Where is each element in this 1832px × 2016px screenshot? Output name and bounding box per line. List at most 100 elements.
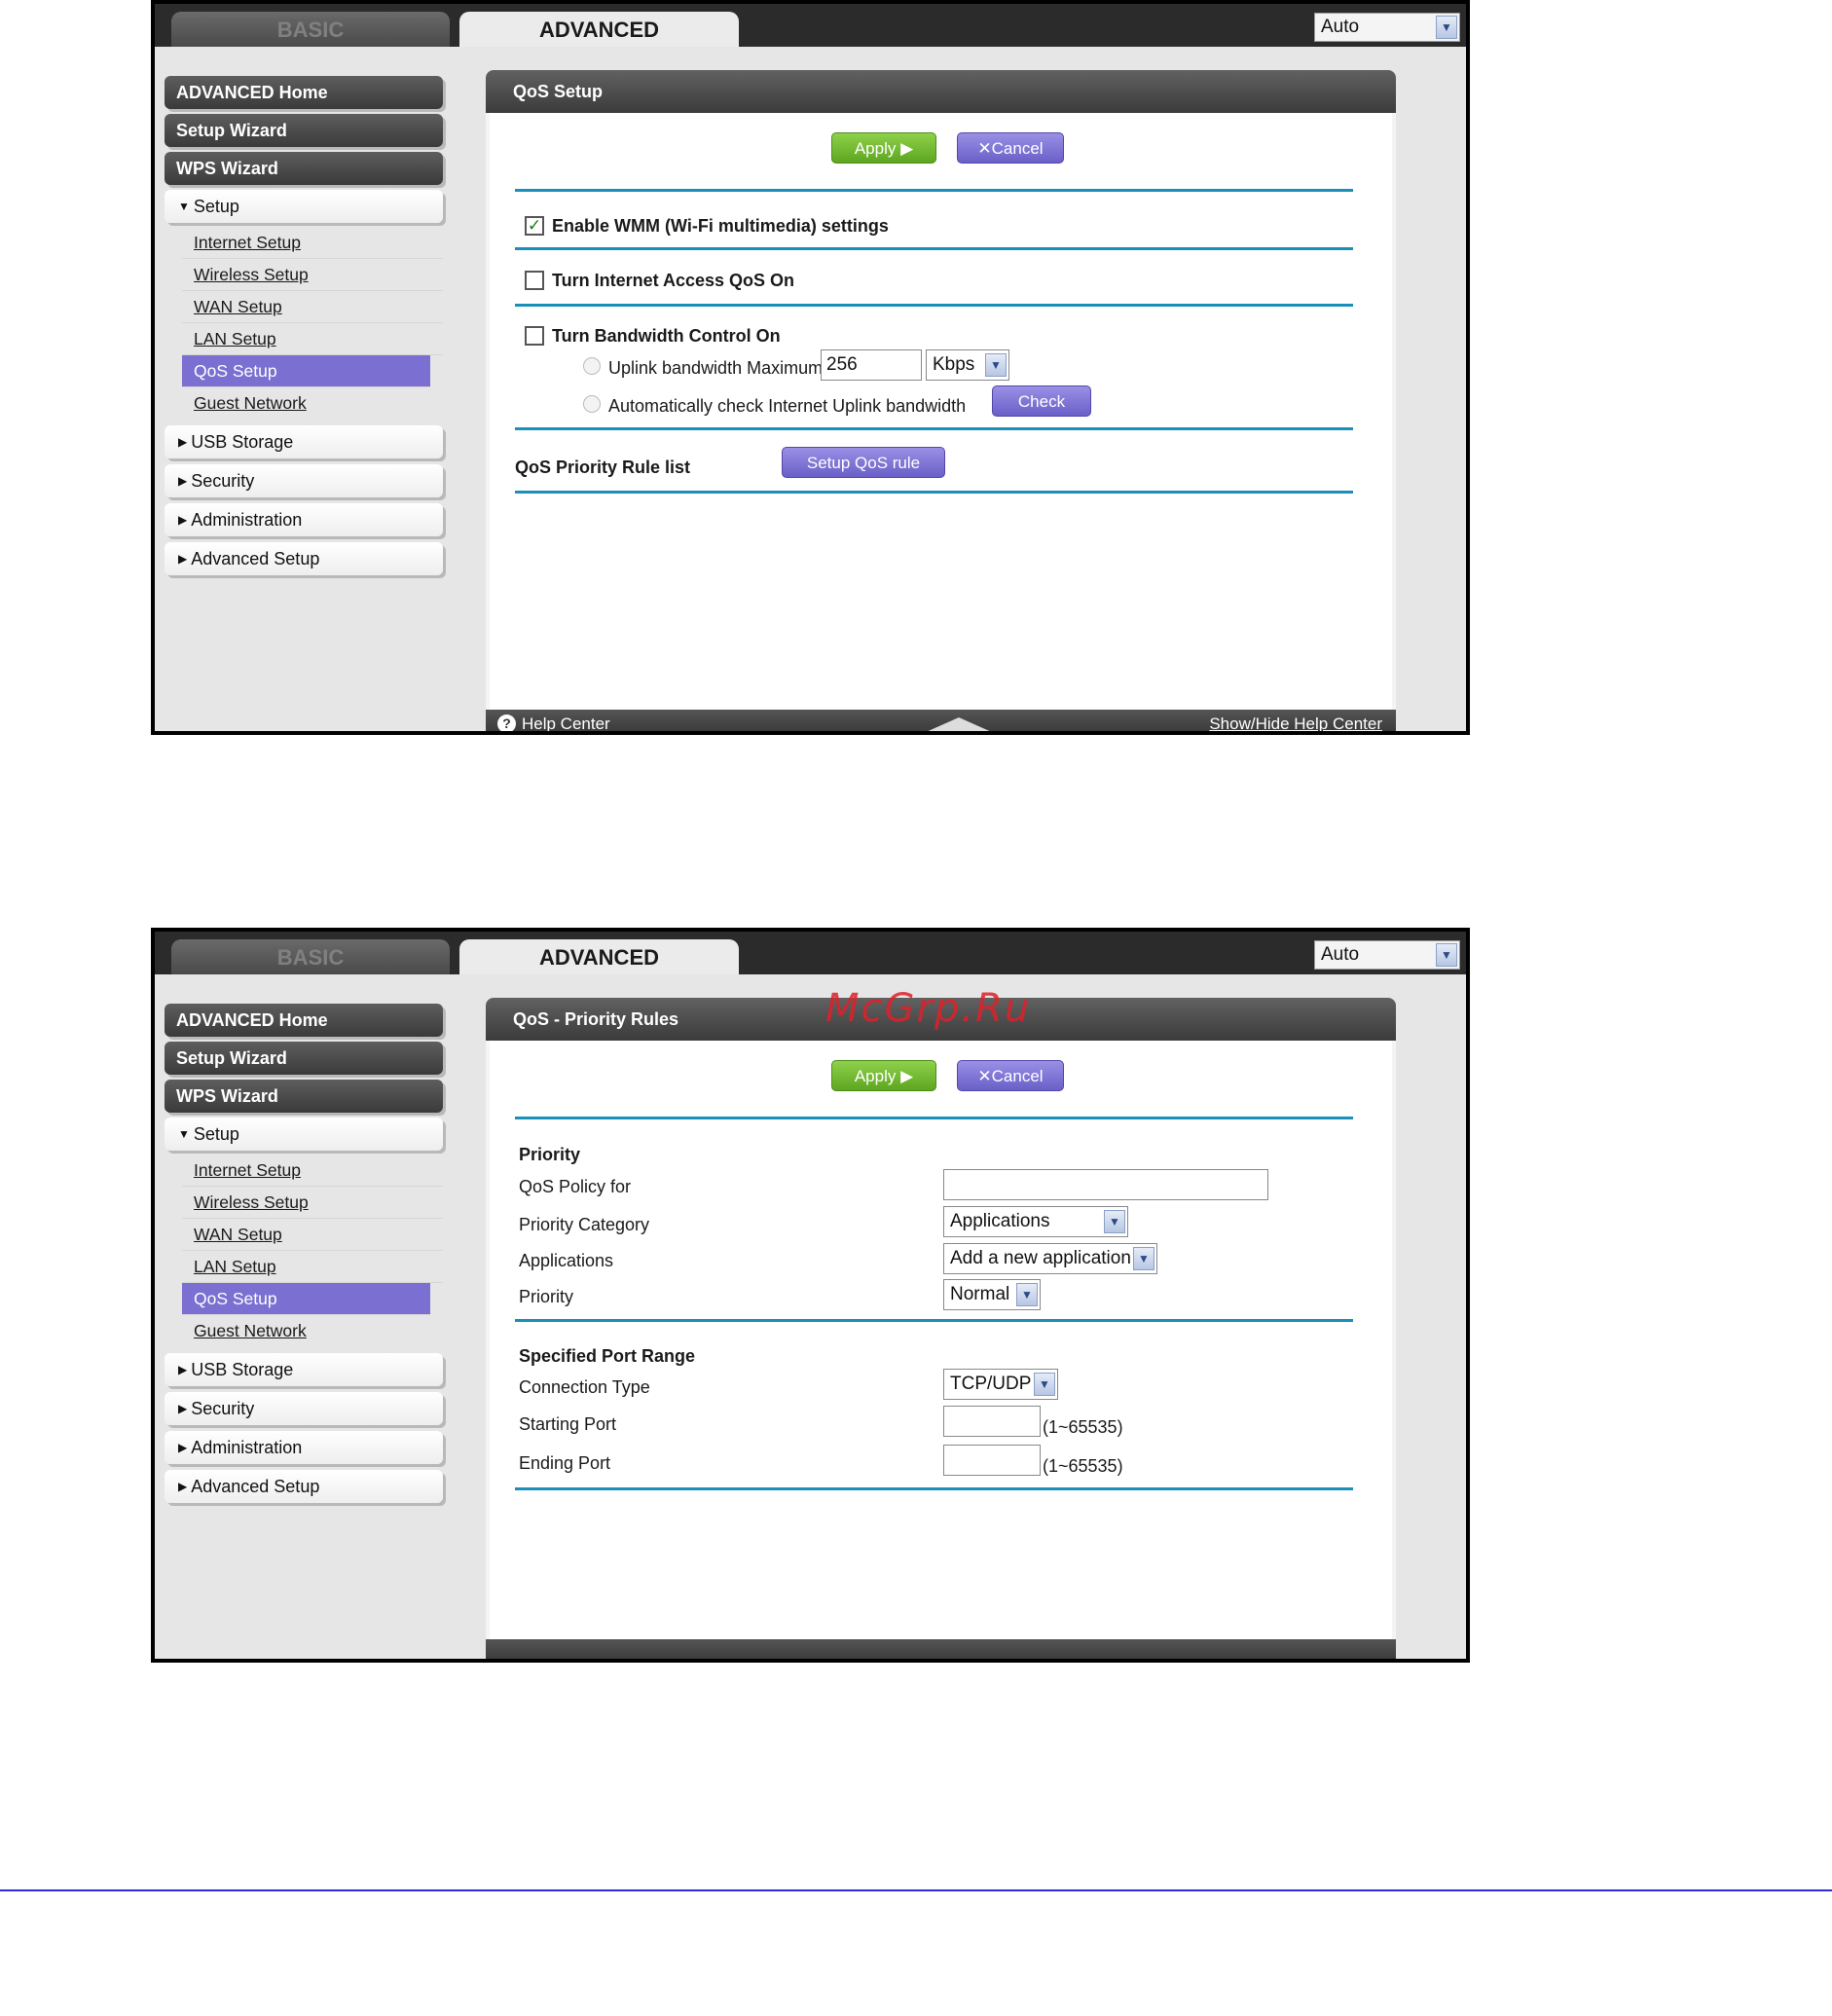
- help-center-bar: ? Help Center Show/Hide Help Center: [486, 710, 1396, 731]
- sidebar-item-internet-setup[interactable]: Internet Setup: [182, 227, 443, 259]
- sidebar-item-internet-setup[interactable]: Internet Setup: [182, 1155, 443, 1187]
- applications-label: Applications: [519, 1251, 614, 1270]
- sidebar-item-advanced-home[interactable]: ADVANCED Home: [165, 1004, 443, 1037]
- cancel-button[interactable]: ✕Cancel: [957, 1060, 1064, 1091]
- language-select-value: Auto: [1321, 17, 1360, 37]
- qos-setup-screenshot: BASIC ADVANCED Auto ▼ ADVANCED Home Setu…: [151, 0, 1470, 735]
- cancel-button[interactable]: ✕Cancel: [957, 132, 1064, 164]
- show-hide-help-link[interactable]: Show/Hide Help Center: [1209, 710, 1382, 731]
- ending-port-input[interactable]: [943, 1445, 1041, 1476]
- chevron-down-icon: ▼: [1104, 1210, 1125, 1233]
- sidebar-item-wps-wizard[interactable]: WPS Wizard: [165, 1080, 443, 1113]
- tab-advanced[interactable]: ADVANCED: [459, 939, 739, 974]
- connection-type-select[interactable]: TCP/UDP ▼: [943, 1369, 1058, 1400]
- triangle-right-icon: ▶: [178, 1441, 188, 1454]
- sidebar-folder-advanced-setup[interactable]: ▶ Advanced Setup: [165, 542, 443, 575]
- divider: [515, 1319, 1353, 1322]
- sidebar-item-setup-wizard[interactable]: Setup Wizard: [165, 114, 443, 147]
- tab-advanced[interactable]: ADVANCED: [459, 12, 739, 47]
- sidebar-folder-label: Administration: [191, 510, 303, 530]
- language-select-value: Auto: [1321, 944, 1360, 965]
- uplink-max-radio[interactable]: [583, 357, 601, 375]
- internet-qos-checkbox[interactable]: [525, 271, 544, 290]
- triangle-right-icon: ▶: [178, 435, 188, 449]
- sidebar-item-advanced-home[interactable]: ADVANCED Home: [165, 76, 443, 109]
- sidebar-item-guest-network[interactable]: Guest Network: [182, 387, 443, 420]
- sidebar-item-wireless-setup[interactable]: Wireless Setup: [182, 1187, 443, 1219]
- tab-basic[interactable]: BASIC: [171, 939, 450, 974]
- check-button[interactable]: Check: [992, 385, 1091, 417]
- close-icon: ✕: [977, 139, 992, 158]
- action-row: Apply ▶ ✕Cancel: [490, 1060, 1392, 1095]
- sidebar-item-qos-setup[interactable]: QoS Setup: [182, 1283, 430, 1315]
- triangle-down-icon: ▼: [178, 200, 190, 213]
- language-select[interactable]: Auto ▼: [1314, 940, 1460, 970]
- sidebar-folder-security[interactable]: ▶ Security: [165, 1392, 443, 1425]
- setup-qos-rule-button[interactable]: Setup QoS rule: [782, 447, 945, 478]
- connection-type-value: TCP/UDP: [950, 1374, 1032, 1394]
- divider: [515, 491, 1353, 494]
- sidebar-item-wireless-setup[interactable]: Wireless Setup: [182, 259, 443, 291]
- cancel-button-label: Cancel: [991, 1067, 1044, 1085]
- apply-button[interactable]: Apply ▶: [831, 1060, 936, 1091]
- panel-body: Apply ▶ ✕Cancel Priority QoS Policy for …: [490, 1041, 1392, 1659]
- checkmark-icon: ✓: [527, 216, 542, 235]
- sidebar-item-wps-wizard[interactable]: WPS Wizard: [165, 152, 443, 185]
- expand-up-icon[interactable]: [924, 717, 994, 731]
- applications-value: Add a new application: [950, 1248, 1131, 1268]
- priority-value: Normal: [950, 1284, 1010, 1304]
- language-select[interactable]: Auto ▼: [1314, 13, 1460, 42]
- apply-button[interactable]: Apply ▶: [831, 132, 936, 164]
- chevron-down-icon: ▼: [1436, 943, 1457, 967]
- sidebar-item-setup-wizard[interactable]: Setup Wizard: [165, 1042, 443, 1075]
- close-icon: ✕: [977, 1067, 992, 1085]
- priority-heading: Priority: [519, 1145, 581, 1164]
- auto-check-radio[interactable]: [583, 395, 601, 413]
- priority-select[interactable]: Normal ▼: [943, 1279, 1041, 1310]
- sidebar-folder-label: USB Storage: [191, 1360, 294, 1379]
- sidebar-folder-security[interactable]: ▶ Security: [165, 464, 443, 497]
- tab-basic[interactable]: BASIC: [171, 12, 450, 47]
- uplink-max-input[interactable]: 256: [821, 349, 922, 381]
- sidebar-folder-label: Security: [191, 471, 255, 491]
- triangle-right-icon: ▶: [178, 1363, 188, 1376]
- question-icon: ?: [497, 715, 516, 731]
- rule-list-label: QoS Priority Rule list: [515, 458, 691, 477]
- sidebar-item-qos-setup[interactable]: QoS Setup: [182, 355, 430, 387]
- main-stage: ADVANCED Home Setup Wizard WPS Wizard ▼ S…: [155, 974, 1466, 1659]
- triangle-right-icon: ▶: [178, 552, 188, 566]
- sidebar-folder-advanced-setup[interactable]: ▶ Advanced Setup: [165, 1470, 443, 1503]
- sidebar-folder-administration[interactable]: ▶ Administration: [165, 1431, 443, 1464]
- sidebar-item-lan-setup[interactable]: LAN Setup: [182, 1251, 443, 1283]
- triangle-right-icon: ▶: [178, 1480, 188, 1493]
- priority-rules-panel: QoS - Priority Rules Apply ▶ ✕Cancel Pri…: [486, 998, 1396, 1659]
- uplink-unit-select[interactable]: Kbps ▼: [926, 349, 1009, 381]
- uplink-unit-value: Kbps: [933, 354, 975, 375]
- panel-body: Apply ▶ ✕Cancel ✓ Enable WMM (Wi-Fi mult…: [490, 113, 1392, 731]
- sidebar-folder-setup[interactable]: ▼ Setup: [165, 1118, 443, 1151]
- bandwidth-control-checkbox[interactable]: [525, 326, 544, 346]
- category-select[interactable]: Applications ▼: [943, 1206, 1128, 1237]
- policy-for-input[interactable]: [943, 1169, 1268, 1200]
- sidebar-folder-usb-storage[interactable]: ▶ USB Storage: [165, 1353, 443, 1386]
- sidebar-folder-administration[interactable]: ▶ Administration: [165, 503, 443, 536]
- sidebar-folder-setup[interactable]: ▼ Setup: [165, 190, 443, 223]
- divider: [515, 189, 1353, 192]
- sidebar-item-guest-network[interactable]: Guest Network: [182, 1315, 443, 1347]
- enable-wmm-checkbox[interactable]: ✓: [525, 216, 544, 236]
- ending-port-hint: (1~65535): [1043, 1456, 1123, 1476]
- category-value: Applications: [950, 1211, 1050, 1231]
- sidebar-folder-label: Setup: [193, 197, 239, 216]
- sidebar-item-wan-setup[interactable]: WAN Setup: [182, 291, 443, 323]
- sidebar-folder-usb-storage[interactable]: ▶ USB Storage: [165, 425, 443, 458]
- top-tab-bar: BASIC ADVANCED Auto ▼: [155, 4, 1466, 47]
- applications-select[interactable]: Add a new application ▼: [943, 1243, 1157, 1274]
- chevron-down-icon: ▼: [985, 353, 1007, 377]
- policy-for-label: QoS Policy for: [519, 1177, 632, 1196]
- starting-port-input[interactable]: [943, 1406, 1041, 1437]
- sidebar-item-lan-setup[interactable]: LAN Setup: [182, 323, 443, 355]
- sidebar: ADVANCED Home Setup Wizard WPS Wizard ▼ S…: [165, 76, 443, 581]
- sidebar-folder-label: Setup: [193, 1124, 239, 1144]
- connection-type-label: Connection Type: [519, 1377, 650, 1397]
- sidebar-item-wan-setup[interactable]: WAN Setup: [182, 1219, 443, 1251]
